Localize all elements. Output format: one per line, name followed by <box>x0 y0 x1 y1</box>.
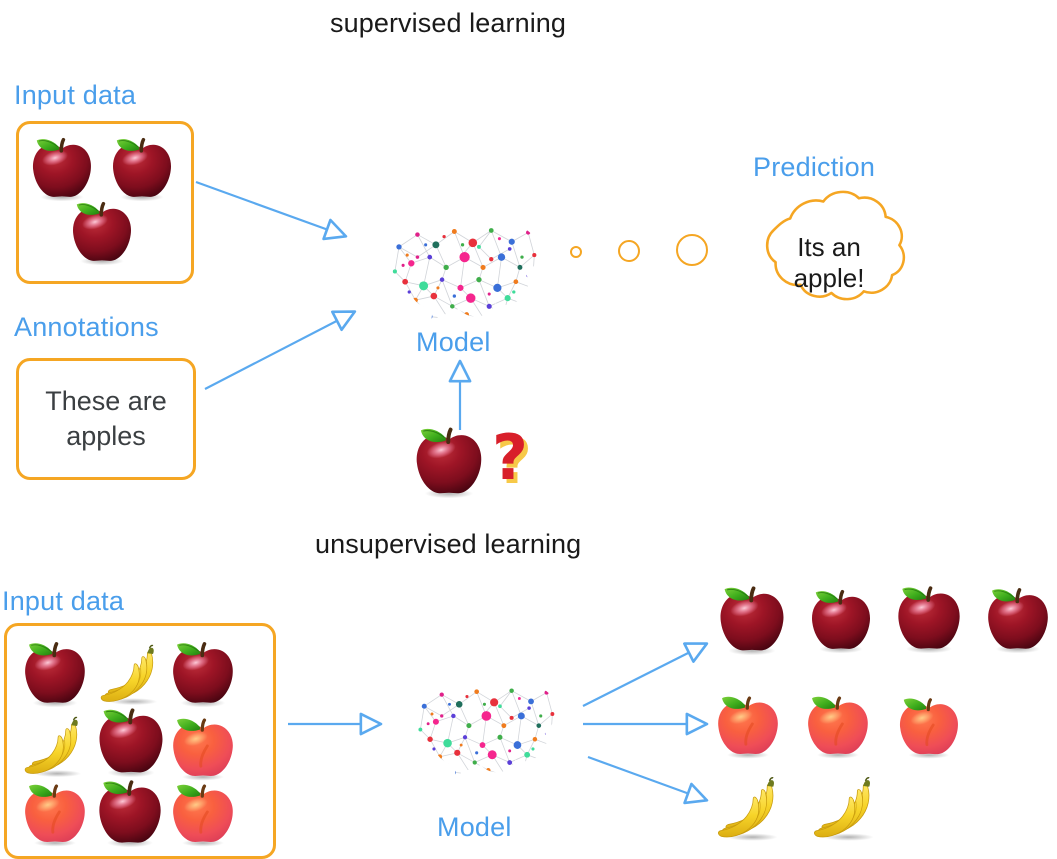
apple-icon <box>982 582 1054 654</box>
apple-icon <box>714 580 790 656</box>
peach-icon <box>802 688 874 760</box>
unsupervised-model-label: Model <box>437 812 512 842</box>
apple-icon <box>167 636 239 708</box>
supervised-section-title: supervised learning <box>330 8 567 38</box>
annotations-box[interactable]: These are apples <box>16 358 196 480</box>
thought-dot-medium <box>618 240 640 262</box>
peach-icon <box>712 688 784 760</box>
apple-icon <box>19 636 91 708</box>
apple-icon <box>892 580 966 654</box>
unsupervised-input-data-label: Input data <box>2 586 125 616</box>
apple-icon <box>93 702 169 778</box>
apple-icon <box>27 132 97 202</box>
peach-icon <box>167 710 239 782</box>
apple-icon <box>93 774 167 848</box>
peach-icon <box>894 690 964 760</box>
peach-icon <box>167 776 239 848</box>
unsupervised-input-data-box[interactable] <box>4 623 276 859</box>
arrow-model-to-cluster-bananas <box>587 755 709 805</box>
banana-icon <box>19 712 93 782</box>
brain-network-icon <box>385 648 580 813</box>
query-apple-icon <box>410 421 488 499</box>
apple-icon <box>806 584 876 654</box>
question-mark-icon: ? <box>492 421 528 494</box>
arrow-annotations-to-model <box>204 310 357 390</box>
thought-dot-large <box>676 234 708 266</box>
prediction-label: Prediction <box>753 152 876 182</box>
supervised-input-data-label: Input data <box>14 80 137 110</box>
annotation-line-2: apples <box>66 421 146 451</box>
supervised-input-data-box[interactable] <box>16 121 194 284</box>
supervised-model-label: Model <box>416 327 491 357</box>
diagram-canvas: supervised learning Input data Annotatio… <box>0 0 1057 859</box>
arrow-model-to-cluster-apples <box>582 642 709 707</box>
banana-icon <box>808 772 886 846</box>
cluster-row-bananas <box>712 772 962 852</box>
arrow-input-to-model <box>195 180 348 241</box>
cluster-row-apples <box>714 578 1054 662</box>
thought-cloud-icon <box>740 186 918 340</box>
prediction-thought-cloud[interactable]: Its an apple! <box>740 186 918 340</box>
annotation-text: These are apples <box>45 384 167 453</box>
banana-icon <box>712 772 790 846</box>
banana-icon <box>95 640 169 710</box>
annotations-label: Annotations <box>14 312 159 342</box>
thought-dot-small <box>570 246 582 258</box>
cluster-row-peaches <box>712 688 972 766</box>
unsupervised-section-title: unsupervised learning <box>315 529 582 559</box>
peach-icon <box>19 776 91 848</box>
apple-icon <box>107 132 177 202</box>
apple-icon <box>67 196 137 266</box>
annotation-line-1: These are <box>45 386 167 417</box>
